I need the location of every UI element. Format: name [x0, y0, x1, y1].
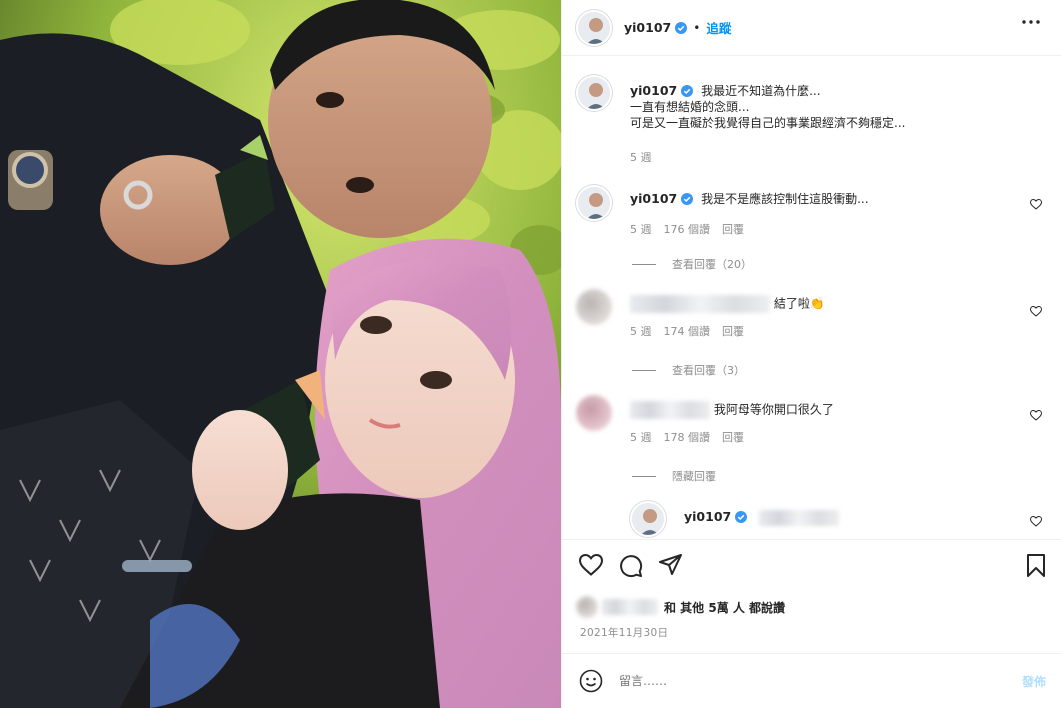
view-replies-line	[632, 263, 656, 265]
avatar[interactable]	[576, 185, 612, 221]
reply-button[interactable]: 回覆	[722, 429, 744, 445]
comment-text: 我阿母等你開口很久了	[713, 402, 834, 417]
blurred-liker-name	[602, 599, 658, 615]
reply-username[interactable]: yi0107	[684, 509, 731, 524]
avatar-image-icon	[578, 77, 610, 109]
comments-list[interactable]: yi0107 我最近不知道為什麼... 一直有想結婚的念頭... 可是又一直礙於…	[562, 57, 1061, 539]
caption-line: 可是又一直礙於我覺得自己的事業跟經濟不夠穩定...	[630, 116, 906, 130]
caption-line: 我最近不知道為什麼...	[701, 84, 821, 98]
save-bookmark-icon[interactable]	[1026, 554, 1046, 578]
post-side-panel: yi0107 • 追蹤 yi0107 我最近不知道為什麼... 一直有想結婚的念…	[561, 0, 1061, 708]
like-comment-heart-icon[interactable]	[1030, 516, 1042, 527]
hide-replies-label: 隱藏回覆	[672, 470, 716, 483]
avatar[interactable]	[576, 9, 612, 46]
like-comment-heart-icon[interactable]	[1030, 410, 1042, 421]
comment-text: 結了啦👏	[773, 296, 825, 311]
comment-username[interactable]: yi0107	[630, 191, 677, 206]
view-replies-label: 查看回覆（3）	[672, 364, 745, 377]
add-comment-bar: 發佈	[562, 653, 1061, 708]
reply-button[interactable]: 回覆	[722, 323, 744, 339]
verified-badge-icon	[735, 511, 748, 523]
avatar-image-icon	[578, 11, 610, 44]
verified-badge-icon	[675, 21, 688, 34]
more-horizontal-icon[interactable]	[1022, 20, 1040, 24]
post-photo[interactable]	[0, 0, 561, 708]
comment-time[interactable]: 5 週	[630, 221, 652, 237]
like-comment-heart-icon[interactable]	[1030, 199, 1042, 210]
blurred-liker-avatar	[576, 596, 598, 618]
verified-badge-icon	[681, 193, 694, 205]
share-paper-plane-icon[interactable]	[659, 554, 683, 576]
comment-likes[interactable]: 178 個讚	[664, 429, 711, 445]
view-replies-label: 查看回覆（20）	[672, 258, 752, 271]
view-replies-button[interactable]: 查看回覆（20）	[632, 256, 752, 272]
comment-time[interactable]: 5 週	[630, 323, 652, 339]
blurred-avatar[interactable]	[576, 395, 612, 431]
caption-time[interactable]: 5 週	[630, 149, 652, 165]
view-replies-button[interactable]: 查看回覆（3）	[632, 362, 745, 378]
blurred-reply-text	[759, 509, 840, 526]
comment-input[interactable]	[619, 674, 999, 688]
avatar[interactable]	[630, 501, 666, 537]
blurred-avatar[interactable]	[576, 289, 612, 325]
action-bar	[562, 539, 1061, 591]
avatar-image-icon	[578, 187, 610, 219]
like-comment-heart-icon[interactable]	[1030, 306, 1042, 317]
comment-text: 我是不是應該控制住這股衝動...	[701, 192, 869, 206]
caption-username[interactable]: yi0107	[630, 83, 677, 98]
verified-badge-icon	[681, 85, 694, 97]
separator-dot: •	[693, 20, 701, 35]
post-comment-button[interactable]: 發佈	[1022, 673, 1046, 690]
blurred-username[interactable]	[630, 401, 710, 419]
post-date: 2021年11月30日	[580, 627, 669, 639]
header-username[interactable]: yi0107	[624, 20, 671, 35]
caption-line: 一直有想結婚的念頭...	[630, 100, 750, 114]
reply-button[interactable]: 回覆	[722, 221, 744, 237]
likes-text: 和 其他 5萬 人 都說讚	[664, 600, 786, 615]
hide-replies-button[interactable]: 隱藏回覆	[632, 468, 716, 484]
view-replies-line	[632, 369, 656, 371]
comment-time[interactable]: 5 週	[630, 429, 652, 445]
like-heart-icon[interactable]	[579, 554, 603, 576]
likes-summary[interactable]: 和 其他 5萬 人 都說讚	[576, 596, 785, 618]
comment-bubble-icon[interactable]	[619, 554, 643, 578]
comment-likes[interactable]: 174 個讚	[664, 323, 711, 339]
blurred-username[interactable]	[630, 295, 770, 313]
avatar[interactable]	[576, 75, 612, 111]
selfie-photo	[0, 0, 561, 708]
post-header: yi0107 • 追蹤	[562, 0, 1061, 56]
avatar-image-icon	[632, 503, 664, 535]
follow-button[interactable]: 追蹤	[706, 18, 731, 37]
emoji-smile-icon[interactable]	[579, 669, 603, 693]
view-replies-line	[632, 475, 656, 477]
comment-likes[interactable]: 176 個讚	[664, 221, 711, 237]
